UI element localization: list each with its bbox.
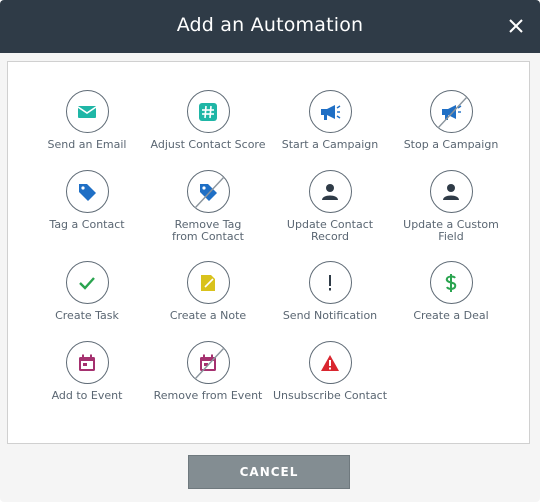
add-event-icon-circle	[65, 341, 109, 384]
close-icon[interactable]	[506, 16, 526, 36]
dialog-header: Add an Automation	[0, 0, 540, 53]
person-icon	[443, 183, 459, 200]
tag-contact-icon-circle	[65, 170, 109, 213]
action-tag-contact[interactable]: Tag a Contact	[27, 170, 147, 231]
slash-icon	[436, 96, 468, 129]
action-label: Remove Tag from Contact	[172, 218, 244, 243]
person-icon	[322, 183, 338, 200]
remove-tag-icon-circle	[186, 170, 230, 213]
action-label: Create a Note	[169, 309, 247, 322]
create-note-icon-circle	[186, 261, 230, 304]
action-create-note[interactable]: Create a Note	[148, 261, 268, 322]
action-create-task[interactable]: Create Task	[27, 261, 147, 322]
action-remove-from-event[interactable]: Remove from Event	[148, 341, 268, 402]
action-label: Send an Email	[47, 138, 127, 151]
action-label: Stop a Campaign	[403, 138, 499, 151]
action-start-campaign[interactable]: Start a Campaign	[270, 90, 390, 151]
action-stop-campaign[interactable]: Stop a Campaign	[391, 90, 511, 151]
dialog-title: Add an Automation	[176, 14, 364, 36]
send-notification-icon-circle	[308, 261, 352, 304]
action-label: Send Notification	[282, 309, 378, 322]
action-label: Adjust Contact Score	[150, 138, 266, 151]
action-send-email[interactable]: Send an Email	[27, 90, 147, 151]
action-label: Unsubscribe Contact	[272, 389, 388, 402]
dollar-icon	[445, 273, 457, 292]
start-campaign-icon-circle	[308, 90, 352, 133]
action-update-contact-record[interactable]: Update Contact Record	[270, 170, 390, 243]
action-send-notification[interactable]: Send Notification	[270, 261, 390, 322]
hashtag-icon	[199, 102, 217, 121]
action-remove-tag[interactable]: Remove Tag from Contact	[148, 170, 268, 243]
action-label: Update a Custom Field	[403, 218, 499, 243]
calendar-icon	[79, 354, 95, 371]
action-label: Create Task	[55, 309, 119, 322]
action-unsubscribe-contact[interactable]: Unsubscribe Contact	[270, 341, 390, 402]
action-add-to-event[interactable]: Add to Event	[27, 341, 147, 402]
checkmark-icon	[79, 276, 95, 290]
unsubscribe-icon-circle	[308, 341, 352, 384]
exclamation-icon	[329, 274, 331, 290]
action-create-deal[interactable]: Create a Deal	[391, 261, 511, 322]
cancel-button[interactable]: CANCEL	[188, 455, 350, 489]
action-label: Update Contact Record	[286, 218, 374, 243]
create-deal-icon-circle	[429, 261, 473, 304]
slash-icon	[193, 347, 225, 380]
envelope-icon	[77, 105, 97, 118]
stop-campaign-icon-circle	[429, 90, 473, 133]
note-icon	[201, 274, 215, 291]
action-label: Add to Event	[51, 389, 123, 402]
update-contact-icon-circle	[308, 170, 352, 213]
create-task-icon-circle	[65, 261, 109, 304]
action-adjust-contact-score[interactable]: Adjust Contact Score	[148, 90, 268, 151]
warning-icon	[321, 354, 339, 371]
tag-icon	[79, 183, 96, 201]
action-label: Remove from Event	[153, 389, 263, 402]
automation-options-panel: Send an Email Adjust Contact Score Start…	[7, 61, 530, 444]
remove-event-icon-circle	[186, 341, 230, 384]
update-custom-field-icon-circle	[429, 170, 473, 213]
action-label: Create a Deal	[413, 309, 489, 322]
action-label: Tag a Contact	[49, 218, 125, 231]
send-email-icon-circle	[65, 90, 109, 133]
slash-icon	[193, 176, 225, 209]
megaphone-icon	[321, 104, 341, 120]
action-label: Start a Campaign	[281, 138, 379, 151]
adjust-score-icon-circle	[186, 90, 230, 133]
add-automation-dialog: Add an Automation Send an Email Adjust C…	[0, 0, 540, 502]
action-update-custom-field[interactable]: Update a Custom Field	[391, 170, 511, 243]
